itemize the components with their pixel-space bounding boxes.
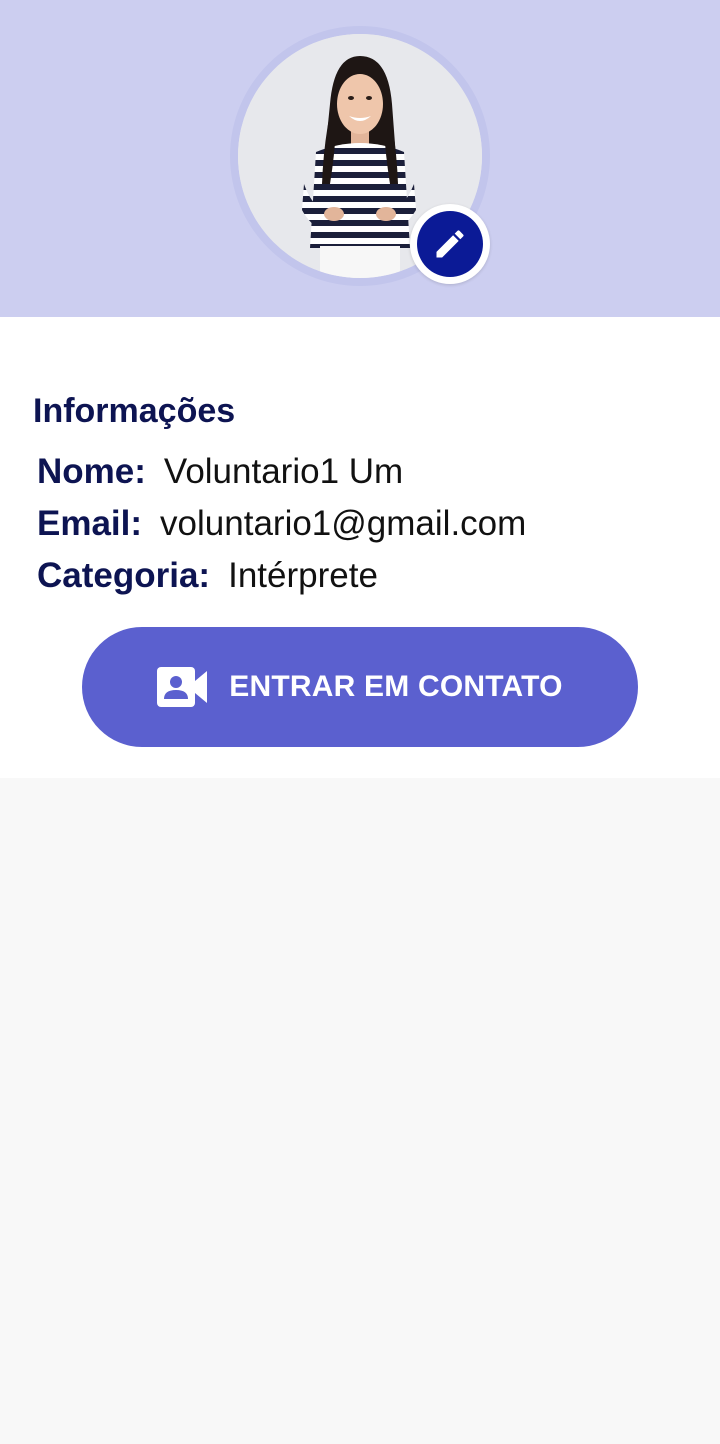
email-value: voluntario1@gmail.com (160, 504, 527, 543)
section-title: Informações (33, 392, 236, 430)
profile-header (0, 0, 720, 317)
name-value: Voluntario1 Um (163, 452, 404, 491)
category-value: Intérprete (228, 556, 378, 595)
info-row-email: Email: voluntario1@gmail.com (37, 500, 526, 548)
video-contact-icon (157, 665, 209, 709)
contact-button[interactable]: ENTRAR EM CONTATO (82, 627, 638, 747)
edit-photo-button[interactable] (410, 204, 490, 284)
info-row-name: Nome: Voluntario1 Um (37, 448, 403, 496)
pencil-icon (436, 230, 464, 258)
info-card: Informações Nome: Voluntario1 Um Email: vo… (0, 317, 720, 778)
name-label: Nome: (37, 452, 146, 491)
edit-photo-button-fill (417, 211, 483, 277)
contact-button-label: ENTRAR EM CONTATO (229, 670, 563, 703)
category-label: Categoria: (37, 556, 211, 595)
email-label: Email: (37, 504, 143, 543)
info-row-category: Categoria: Intérprete (37, 552, 378, 600)
